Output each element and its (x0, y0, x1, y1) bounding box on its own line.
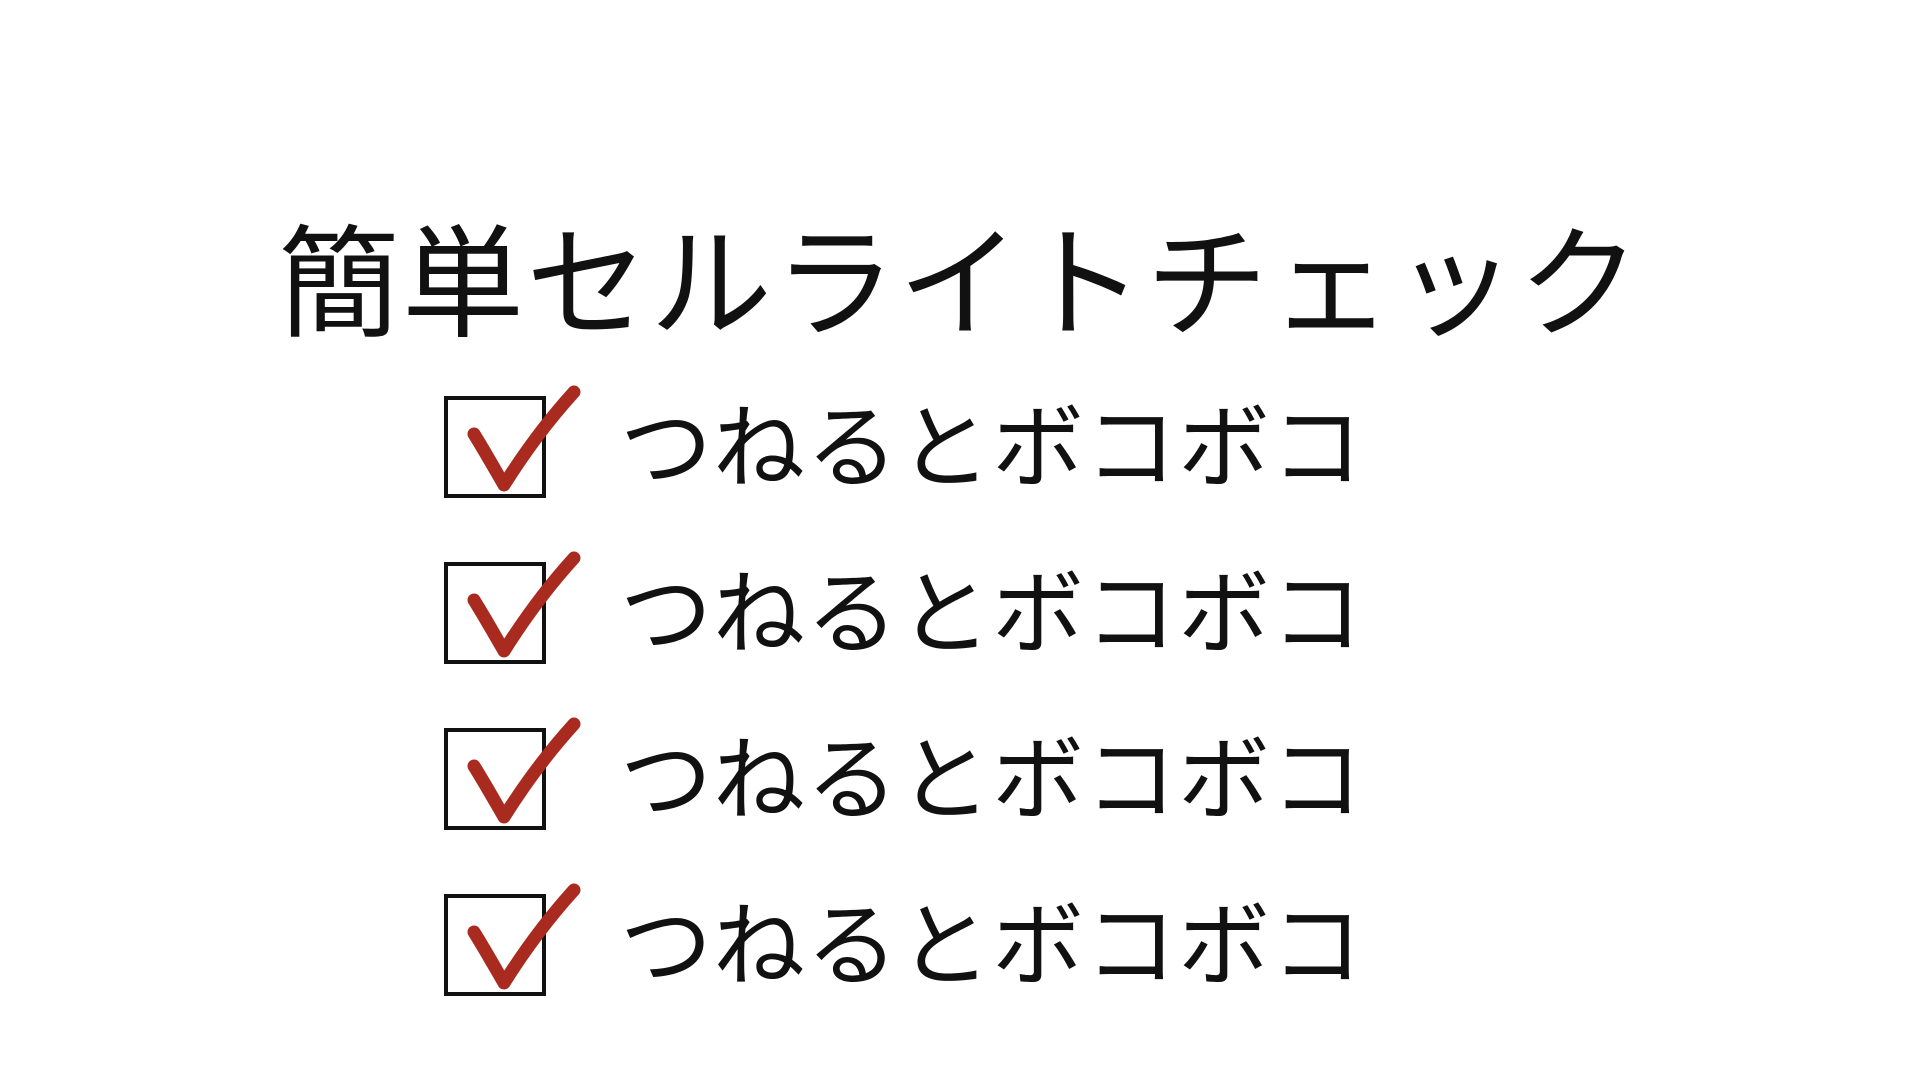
checklist-item-label: つねるとボコボコ (620, 727, 1365, 834)
checklist-item-label: つねるとボコボコ (620, 893, 1365, 1000)
checklist-checkbox[interactable] (444, 396, 546, 498)
checklist-item: つねるとボコボコ (430, 370, 1530, 536)
cellulite-checklist: つねるとボコボコ つねるとボコボコ つねるとボコボコ つねるとボコボコ (430, 370, 1530, 1050)
checklist-item-label: つねるとボコボコ (620, 561, 1365, 668)
page-title: 簡単セルライトチェック (278, 213, 1642, 356)
checklist-checkbox[interactable] (444, 728, 546, 830)
checklist-checkbox[interactable] (444, 894, 546, 996)
checklist-item: つねるとボコボコ (430, 702, 1530, 868)
checklist-checkbox[interactable] (444, 562, 546, 664)
checklist-item: つねるとボコボコ (430, 868, 1530, 1034)
checklist-item: つねるとボコボコ (430, 536, 1530, 702)
checklist-item-label: つねるとボコボコ (620, 395, 1365, 502)
slide-page: 簡単セルライトチェック つねるとボコボコ つねるとボコボコ つねるとボコボコ つ… (0, 0, 1920, 1080)
